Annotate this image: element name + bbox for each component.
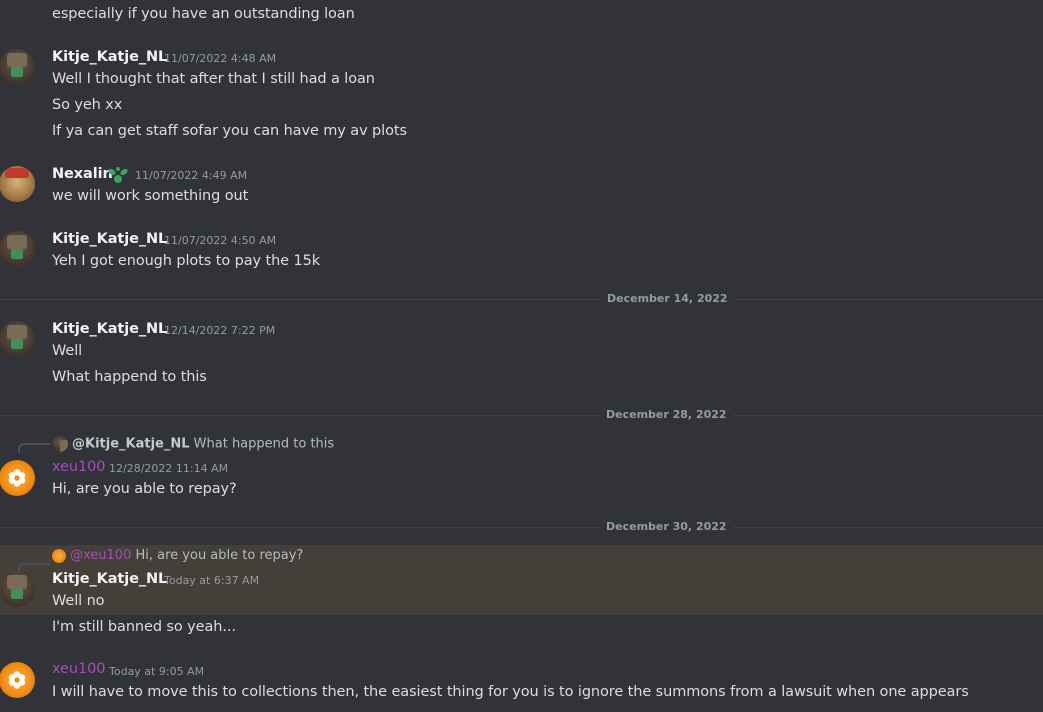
- message-timestamp[interactable]: 12/14/2022 7:22 PM: [164, 324, 275, 337]
- message-timestamp[interactable]: 11/07/2022 4:50 AM: [164, 234, 276, 247]
- message-text: Well no: [52, 593, 105, 609]
- username[interactable]: Nexalin: [52, 166, 113, 182]
- date-divider: [0, 299, 1043, 300]
- avatar[interactable]: [0, 460, 35, 496]
- avatar[interactable]: [0, 321, 35, 357]
- avatar[interactable]: [0, 49, 35, 85]
- flower-icon: [8, 671, 26, 689]
- message-text: Well I thought that after that I still h…: [52, 71, 375, 87]
- date-divider: [0, 527, 1043, 528]
- date-divider-label: December 30, 2022: [600, 520, 733, 533]
- message-text: I'm still banned so yeah...: [52, 619, 236, 635]
- avatar[interactable]: [0, 166, 35, 202]
- message-text: I will have to move this to collections …: [52, 684, 969, 700]
- avatar[interactable]: [0, 231, 35, 267]
- reply-text[interactable]: Hi, are you able to repay?: [135, 548, 303, 563]
- message-text: So yeh xx: [52, 97, 123, 113]
- reply-text[interactable]: What happend to this: [194, 437, 335, 452]
- date-divider-label: December 14, 2022: [601, 292, 734, 305]
- reply-avatar: [52, 548, 66, 563]
- message-text: Hi, are you able to repay?: [52, 481, 237, 497]
- message-timestamp[interactable]: 12/28/2022 11:14 AM: [109, 462, 228, 475]
- message-timestamp[interactable]: 11/07/2022 4:48 AM: [164, 52, 276, 65]
- reply-author[interactable]: @Kitje_Katje_NL: [72, 437, 190, 452]
- username[interactable]: Kitje_Katje_NL: [52, 231, 167, 247]
- flower-icon: [8, 469, 26, 487]
- avatar[interactable]: [0, 662, 35, 698]
- message-timestamp[interactable]: 11/07/2022 4:49 AM: [135, 169, 247, 182]
- reply-preview[interactable]: @xeu100 Hi, are you able to repay?: [52, 548, 303, 563]
- avatar[interactable]: [0, 571, 35, 607]
- reply-author[interactable]: @xeu100: [70, 548, 131, 563]
- message-timestamp[interactable]: Today at 6:37 AM: [164, 574, 259, 587]
- message-text: What happend to this: [52, 369, 207, 385]
- username[interactable]: Kitje_Katje_NL: [52, 321, 167, 337]
- username[interactable]: xeu100: [52, 661, 105, 677]
- message-text: Well: [52, 343, 83, 359]
- date-divider-label: December 28, 2022: [600, 408, 733, 421]
- date-divider: [0, 415, 1043, 416]
- message-timestamp[interactable]: Today at 9:05 AM: [109, 665, 204, 678]
- message-text: we will work something out: [52, 188, 249, 204]
- username[interactable]: xeu100: [52, 459, 105, 475]
- message-text: especially if you have an outstanding lo…: [52, 6, 355, 22]
- reply-connector: [18, 443, 50, 453]
- username[interactable]: Kitje_Katje_NL: [52, 571, 167, 587]
- message-text: Yeh I got enough plots to pay the 15k: [52, 253, 321, 269]
- username[interactable]: Kitje_Katje_NL: [52, 49, 167, 65]
- message-text: If ya can get staff sofar you can have m…: [52, 123, 407, 139]
- sprout-badge-icon[interactable]: [107, 165, 129, 185]
- reply-avatar: [52, 436, 68, 452]
- reply-preview[interactable]: @Kitje_Katje_NL What happend to this: [52, 436, 334, 452]
